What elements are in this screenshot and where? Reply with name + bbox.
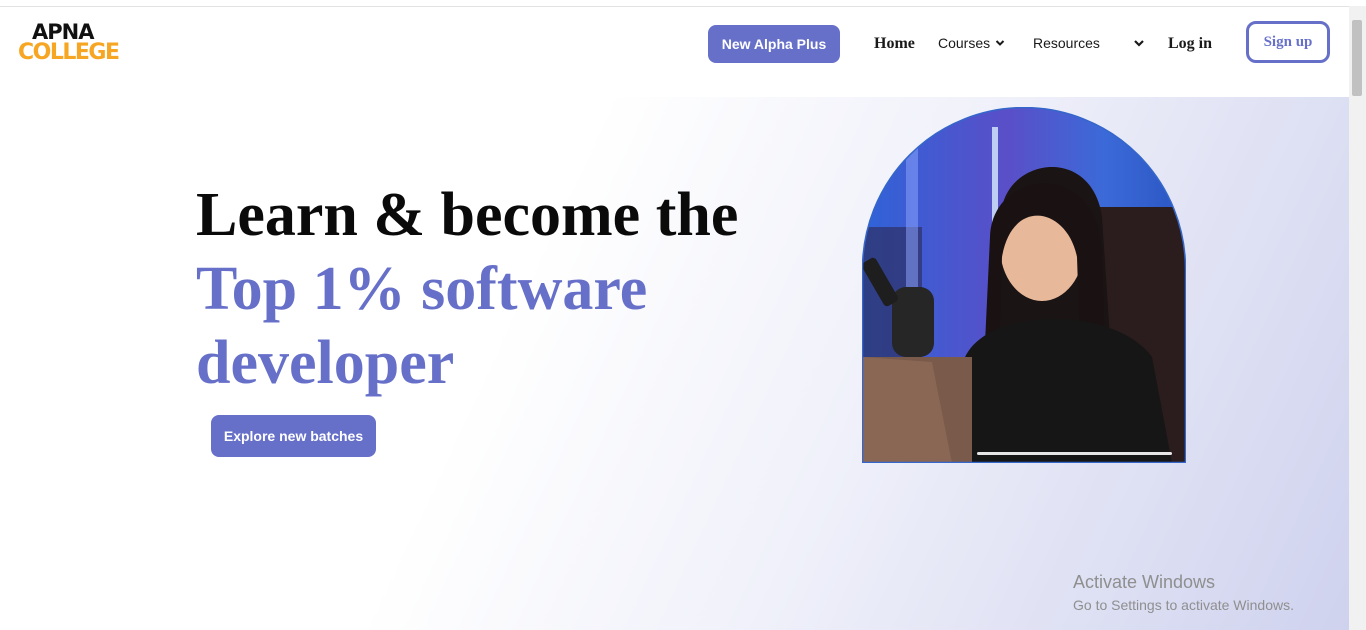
hero-photo [862,107,1186,463]
chevron-down-icon[interactable] [1133,37,1145,49]
hero-heading-line1: Learn & become the [196,181,739,249]
nav-home-link[interactable]: Home [874,35,915,53]
nav-courses-dropdown[interactable]: Courses [938,35,1005,51]
signup-button[interactable]: Sign up [1246,21,1330,63]
chevron-down-icon [995,40,1005,46]
login-link[interactable]: Log in [1168,35,1212,53]
browser-top-edge [0,0,1366,7]
logo-text-college: COLLEGE [18,40,120,65]
hero-heading-line3: developer [196,329,455,397]
page-scrollbar[interactable] [1349,6,1366,630]
windows-activation-watermark: Activate Windows Go to Settings to activ… [1073,571,1294,615]
watermark-subtitle: Go to Settings to activate Windows. [1073,597,1294,613]
apna-college-logo[interactable]: APNA COLLEGE [18,21,120,67]
site-header: APNA COLLEGE New Alpha Plus Home Courses… [0,7,1349,97]
scrollbar-thumb[interactable] [1352,20,1362,96]
nav-resources-link[interactable]: Resources [1033,35,1100,51]
watermark-title: Activate Windows [1073,572,1216,592]
explore-batches-button[interactable]: Explore new batches [211,415,376,457]
hero-heading-line2: Top 1% software [196,255,648,323]
new-alpha-plus-button[interactable]: New Alpha Plus [708,25,840,63]
nav-courses-label: Courses [938,35,991,51]
